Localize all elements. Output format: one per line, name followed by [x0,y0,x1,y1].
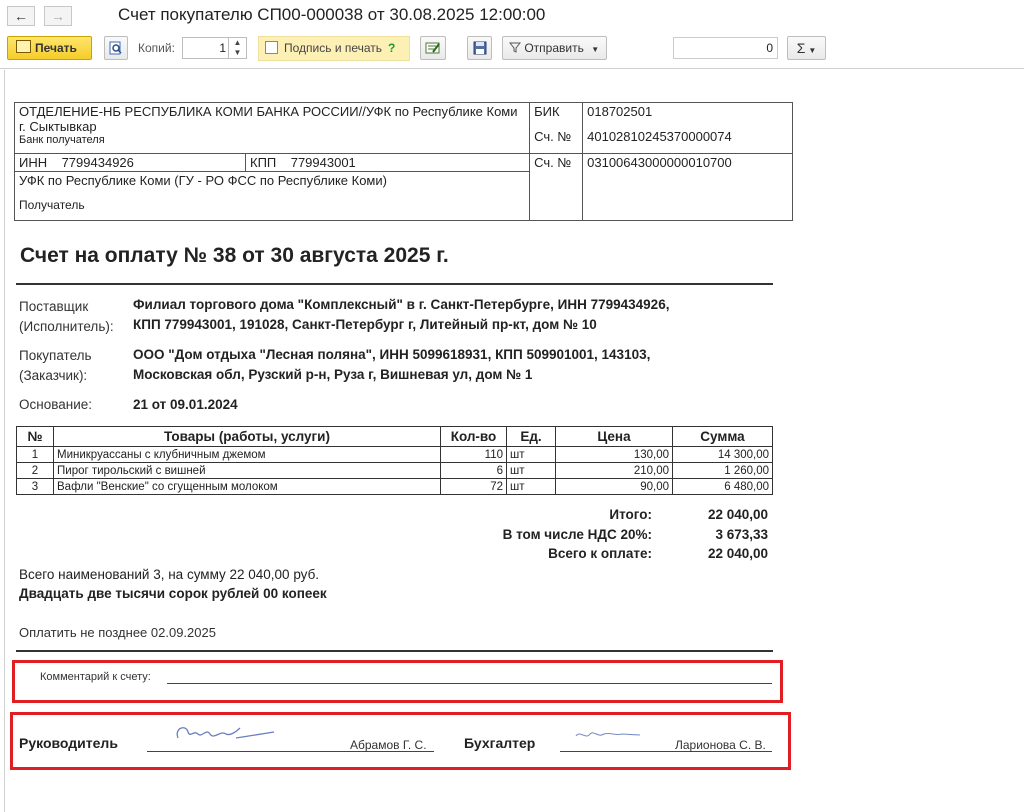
print-button[interactable]: Печать [7,36,92,60]
table-row: 3 Вафли "Венские" со сгущенным молоком 7… [16,478,773,495]
supplier-label: Поставщик (Исполнитель): [19,299,114,334]
forward-button[interactable]: → [44,6,72,26]
print-button-label: Печать [35,41,77,55]
sigma-icon: Σ [796,40,806,56]
floppy-disk-icon [473,41,486,55]
basis-value: 21 от 09.01.2024 [133,397,238,412]
window-title: Счет покупателю СП00-000038 от 30.08.202… [118,5,546,24]
bik-value: 018702501 [582,102,793,128]
document-border [4,70,5,812]
funnel-icon [508,42,522,53]
due-value: 22 040,00 [707,546,768,561]
chevron-down-icon: ▼ [591,45,600,54]
items-count-line: Всего наименований 3, на сумму 22 040,00… [19,567,320,582]
account-value: 40102810245370000074 [582,128,793,154]
header-sum: Сумма [672,426,773,447]
accountant-label: Бухгалтер [464,735,536,751]
header-qty: Кол-во [440,426,507,447]
bank-details-table: ОТДЕЛЕНИЕ-НБ РЕСПУБЛИКА КОМИ БАНКА РОССИ… [13,102,793,221]
vat-value: 3 673,33 [715,527,768,542]
supplier-value: Филиал торгового дома "Комплексный" в г.… [133,297,670,332]
accountant-signature-image [575,732,641,737]
table-row: 2 Пирог тирольский с вишней 6 шт 210,00 … [16,462,773,479]
edit-button[interactable] [420,36,446,60]
sign-label: Подпись и печать [284,41,383,55]
chevron-down-icon: ▼ [808,46,817,55]
amount-in-words: Двадцать две тысячи сорок рублей 00 копе… [19,586,327,601]
summary-divider [16,650,773,652]
bank-caption: Банк получателя [19,134,105,146]
buyer-value: ООО "Дом отдыха "Лесная поляна", ИНН 509… [133,347,651,382]
vat-label: В том числе НДС 20%: [502,527,652,542]
bank-name: ОТДЕЛЕНИЕ-НБ РЕСПУБЛИКА КОМИ БАНКА РОССИ… [19,104,518,134]
inn-label: ИНН [19,155,48,170]
buyer-label: Покупатель (Заказчик): [19,348,92,383]
total-value: 22 040,00 [707,507,768,522]
sum-field[interactable]: 0 [673,37,778,59]
comment-line[interactable] [167,683,772,684]
toolbar-separator [0,68,1024,69]
header-price: Цена [555,426,673,447]
account-label: Сч. № [529,128,584,154]
printer-icon [16,40,31,53]
director-label: Руководитель [19,735,118,751]
kpp-value: 779943001 [290,155,356,170]
invoice-title: Счет на оплату № 38 от 30 августа 2025 г… [20,244,449,267]
header-number: № [16,426,54,447]
total-label: Итого: [609,507,652,522]
arrow-right-icon: → [51,8,65,24]
header-unit: Ед. [506,426,556,447]
send-button[interactable]: Отправить ▼ [502,36,607,60]
accountant-name: Ларионова С. В. [675,738,766,752]
due-label: Всего к оплате: [548,546,652,561]
goods-table: № Товары (работы, услуги) Кол-во Ед. Цен… [16,426,773,495]
back-button[interactable]: ← [7,6,35,26]
pay-by-date: Оплатить не позднее 02.09.2025 [19,625,216,640]
recipient-caption: Получатель [19,198,85,212]
copies-stepper[interactable]: 1 ▲ ▼ [182,37,247,59]
copies-value: 1 [219,41,226,55]
title-divider [16,283,773,285]
save-button[interactable] [467,36,492,60]
sum-menu-button[interactable]: Σ ▼ [787,36,826,60]
account2-value: 03100643000000010700 [582,153,793,221]
account2-label: Сч. № [529,153,584,221]
basis-label: Основание: [19,397,92,412]
help-icon[interactable]: ? [388,41,395,55]
recipient-name: УФК по Республике Коми (ГУ - РО ФСС по Р… [19,173,387,188]
inn-value: 7799434926 [61,155,134,170]
header-goods: Товары (работы, услуги) [53,426,441,447]
director-name: Абрамов Г. С. [350,738,427,752]
copies-label: Копий: [138,41,175,55]
spin-arrows-icon[interactable]: ▲ ▼ [228,38,246,58]
edit-document-icon [425,42,440,54]
bik-label: БИК [529,102,584,128]
sign-and-stamp-checkbox[interactable]: Подпись и печать? [258,36,410,61]
send-label: Отправить [524,41,584,55]
comment-label: Комментарий к счету: [40,671,151,683]
director-signature-image [176,727,275,739]
arrow-left-icon: ← [14,8,28,24]
preview-button[interactable] [104,36,128,60]
kpp-label: КПП [250,155,277,170]
checkbox-icon[interactable] [265,41,278,54]
table-row: 1 Миникруассаны с клубничным джемом 110 … [16,446,773,463]
magnifier-icon [109,41,122,55]
